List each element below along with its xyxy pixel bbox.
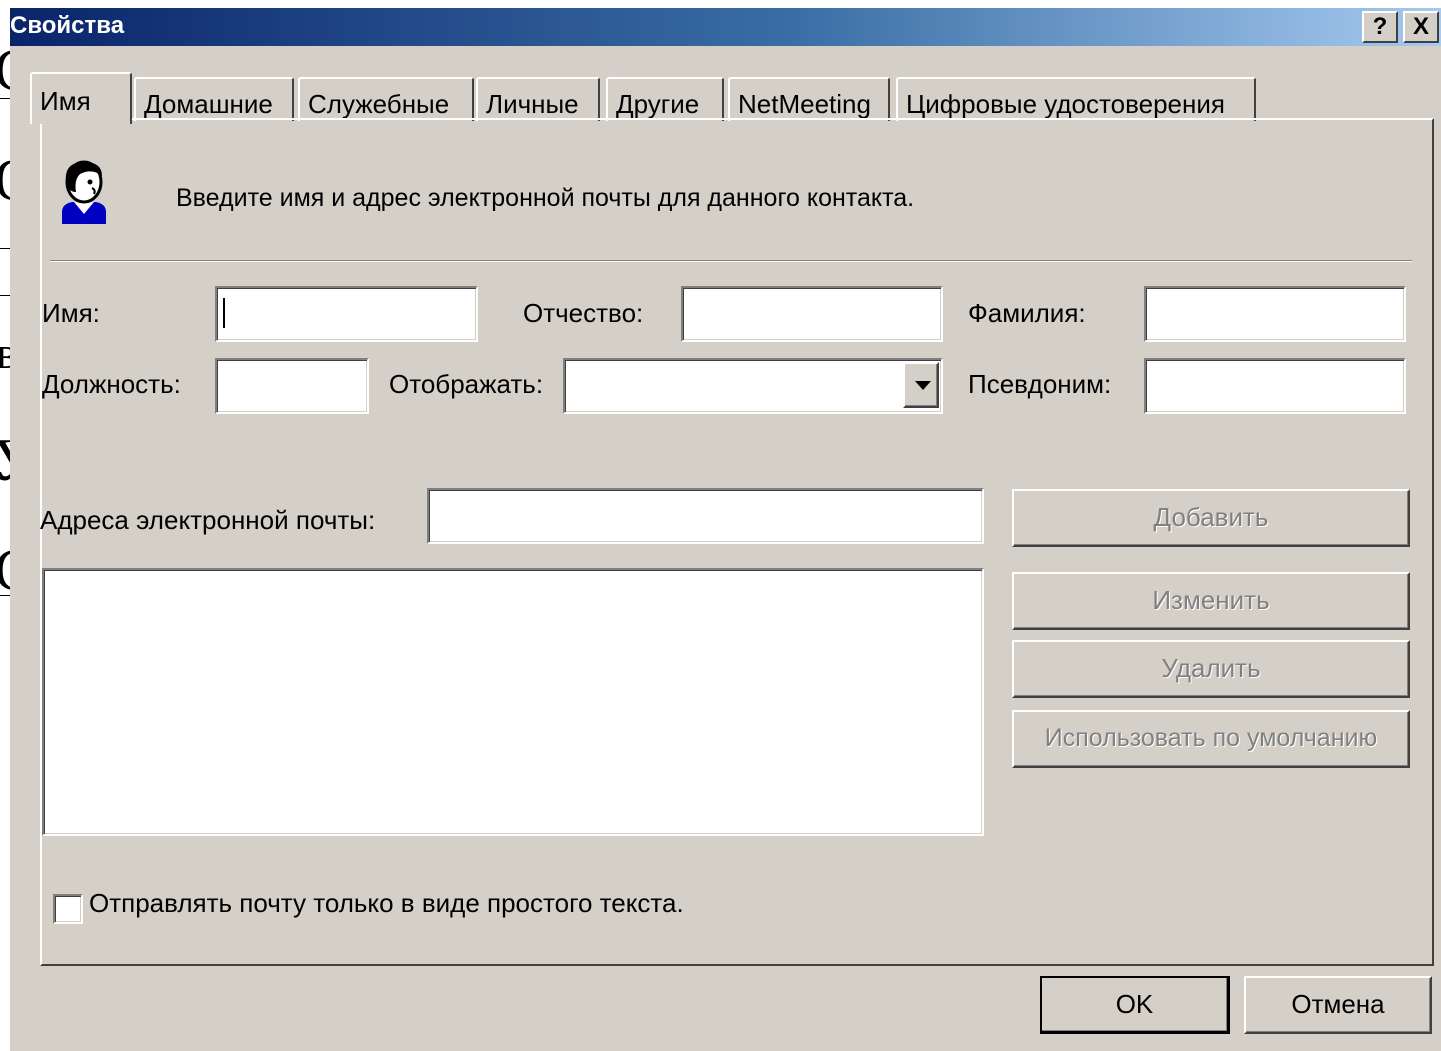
- plain-text-label: Отправлять почту только в виде простого …: [89, 888, 684, 918]
- cancel-button[interactable]: Отмена: [1244, 976, 1432, 1034]
- job-title-input[interactable]: [215, 358, 369, 414]
- display-dropdown-button[interactable]: [903, 362, 939, 408]
- separator: [50, 260, 1412, 262]
- help-button[interactable]: ?: [1362, 11, 1398, 43]
- text-caret: [223, 298, 225, 328]
- middle-name-input[interactable]: [681, 286, 943, 342]
- tab-home[interactable]: Домашние: [134, 77, 294, 121]
- display-combobox[interactable]: [563, 358, 943, 414]
- middle-name-label: Отчество:: [523, 298, 644, 328]
- tab-business[interactable]: Служебные: [298, 77, 474, 121]
- last-name-label: Фамилия:: [968, 298, 1086, 328]
- chevron-down-icon: [915, 381, 931, 390]
- nickname-input[interactable]: [1144, 358, 1406, 414]
- edit-email-button[interactable]: Изменить: [1012, 572, 1410, 630]
- tab-other[interactable]: Другие: [606, 77, 724, 121]
- first-name-input[interactable]: [215, 286, 478, 342]
- nickname-label: Псевдоним:: [968, 369, 1112, 399]
- window-title: Свойства: [10, 12, 125, 39]
- tab-name[interactable]: Имя: [30, 72, 132, 124]
- tab-netmeeting[interactable]: NetMeeting: [728, 77, 890, 121]
- ok-button[interactable]: OK: [1040, 976, 1230, 1034]
- tab-digital-ids[interactable]: Цифровые удостоверения: [896, 77, 1256, 121]
- email-input[interactable]: [427, 488, 984, 544]
- title-bar[interactable]: Свойства ? X: [10, 8, 1441, 46]
- plain-text-checkbox[interactable]: [53, 894, 83, 924]
- instruction-text: Введите имя и адрес электронной почты дл…: [176, 184, 915, 212]
- properties-dialog: Свойства ? X Имя Домашние Служебные Личн…: [10, 8, 1441, 1051]
- close-button[interactable]: X: [1403, 11, 1439, 43]
- first-name-label: Имя:: [42, 298, 100, 328]
- last-name-input[interactable]: [1144, 286, 1406, 342]
- email-list[interactable]: [42, 568, 984, 836]
- display-label: Отображать:: [389, 369, 544, 399]
- remove-email-button[interactable]: Удалить: [1012, 640, 1410, 698]
- email-label: Адреса электронной почты:: [40, 505, 376, 535]
- tab-personal[interactable]: Личные: [476, 77, 600, 121]
- set-default-email-button[interactable]: Использовать по умолчанию: [1012, 710, 1410, 768]
- add-email-button[interactable]: Добавить: [1012, 489, 1410, 547]
- job-title-label: Должность:: [42, 369, 181, 399]
- contact-person-icon: [62, 160, 106, 224]
